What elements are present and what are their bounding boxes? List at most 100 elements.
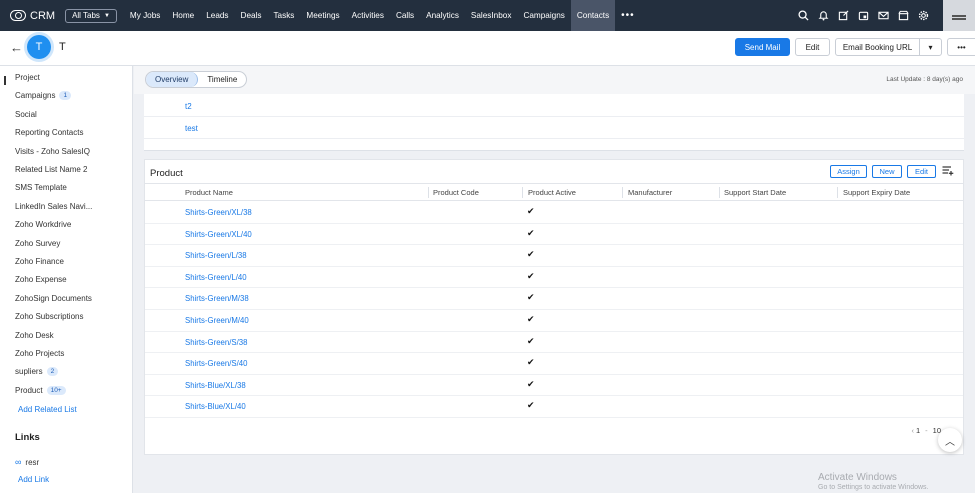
tab-meetings[interactable]: Meetings bbox=[300, 0, 345, 31]
product-name-link[interactable]: Shirts-Green/L/38 bbox=[185, 251, 247, 260]
column-header[interactable]: Support Start Date bbox=[724, 188, 786, 197]
calendar-icon[interactable] bbox=[853, 0, 873, 31]
tab-analytics[interactable]: Analytics bbox=[420, 0, 465, 31]
table-row[interactable]: Shirts-Green/XL/40 ✔ bbox=[145, 224, 963, 246]
sidebar-item-visits-zoho-salesiq[interactable]: Visits - Zoho SalesIQ bbox=[15, 147, 90, 156]
tab-my-jobs[interactable]: My Jobs bbox=[124, 0, 166, 31]
record-header: ← T T Send Mail Edit Email Booking URL ▾… bbox=[0, 31, 975, 66]
tab-contacts[interactable]: Contacts bbox=[570, 0, 616, 31]
sidebar-item-product[interactable]: Product 10+ bbox=[15, 385, 66, 395]
sidebar-item-social[interactable]: Social bbox=[15, 110, 37, 119]
table-row[interactable]: Shirts-Green/L/38 ✔ bbox=[145, 245, 963, 267]
product-name-link[interactable]: Shirts-Blue/XL/38 bbox=[185, 381, 246, 390]
product-name-link[interactable]: Shirts-Green/S/38 bbox=[185, 338, 247, 347]
compose-icon[interactable] bbox=[833, 0, 853, 31]
product-name-link[interactable]: Shirts-Blue/XL/40 bbox=[185, 402, 246, 411]
new-button[interactable]: New bbox=[872, 165, 902, 178]
all-tabs-dropdown[interactable]: All Tabs ▼ bbox=[65, 8, 117, 23]
table-row[interactable]: Shirts-Green/S/38 ✔ bbox=[145, 332, 963, 354]
more-actions-button[interactable]: ••• bbox=[947, 38, 975, 56]
back-arrow-icon[interactable]: ← bbox=[10, 40, 23, 55]
more-tabs-icon[interactable]: ••• bbox=[615, 0, 641, 31]
search-icon[interactable] bbox=[793, 0, 813, 31]
sidebar-item-zoho-desk[interactable]: Zoho Desk bbox=[15, 331, 54, 340]
section-title: Product bbox=[150, 168, 183, 179]
table-row[interactable]: Shirts-Green/S/40 ✔ bbox=[145, 353, 963, 375]
product-name-link[interactable]: Shirts-Green/XL/38 bbox=[185, 208, 252, 217]
tab-overview[interactable]: Overview bbox=[146, 72, 199, 87]
link-item-label: resr bbox=[25, 457, 40, 467]
email-booking-url-button[interactable]: Email Booking URL bbox=[835, 38, 920, 56]
sidebar-item-zohosign-documents[interactable]: ZohoSign Documents bbox=[15, 294, 92, 303]
edit-list-button[interactable]: Edit bbox=[907, 165, 936, 178]
tab-tasks[interactable]: Tasks bbox=[267, 0, 300, 31]
product-related-list: Product Assign New Edit Product Name Pro… bbox=[144, 159, 964, 455]
watermark-subtitle: Go to Settings to activate Windows. bbox=[818, 484, 929, 491]
bell-icon[interactable] bbox=[813, 0, 833, 31]
product-name-link[interactable]: Shirts-Green/XL/40 bbox=[185, 230, 252, 239]
email-booking-dropdown-button[interactable]: ▾ bbox=[919, 38, 942, 56]
table-row[interactable]: Shirts-Green/XL/38 ✔ bbox=[145, 202, 963, 224]
sidebar-item-zoho-survey[interactable]: Zoho Survey bbox=[15, 239, 60, 248]
sidebar-item-zoho-subscriptions[interactable]: Zoho Subscriptions bbox=[15, 312, 83, 321]
sidebar-item-sms-template[interactable]: SMS Template bbox=[15, 183, 67, 192]
crm-logo[interactable]: CRM bbox=[10, 10, 55, 22]
product-name-link[interactable]: Shirts-Green/M/38 bbox=[185, 294, 249, 303]
list-item[interactable]: test bbox=[144, 118, 964, 139]
previous-page-icon[interactable]: ‹ bbox=[911, 426, 914, 435]
tab-timeline[interactable]: Timeline bbox=[198, 72, 246, 87]
table-row[interactable]: Shirts-Blue/XL/38 ✔ bbox=[145, 375, 963, 397]
checkmark-icon: ✔ bbox=[527, 314, 535, 324]
apps-icon[interactable] bbox=[943, 0, 975, 31]
tab-deals[interactable]: Deals bbox=[235, 0, 268, 31]
list-item-link[interactable]: test bbox=[185, 124, 198, 133]
edit-button[interactable]: Edit bbox=[795, 38, 830, 56]
column-header[interactable]: Product Code bbox=[433, 188, 479, 197]
product-name-link[interactable]: Shirts-Green/M/40 bbox=[185, 316, 249, 325]
tab-leads[interactable]: Leads bbox=[200, 0, 234, 31]
column-header[interactable]: Product Name bbox=[185, 188, 233, 197]
gear-icon[interactable] bbox=[913, 0, 933, 31]
scroll-to-top-button[interactable]: ︿ bbox=[938, 428, 962, 452]
product-name-link[interactable]: Shirts-Green/L/40 bbox=[185, 273, 247, 282]
table-row[interactable]: Shirts-Green/M/38 ✔ bbox=[145, 288, 963, 310]
marketplace-icon[interactable] bbox=[893, 0, 913, 31]
assign-button[interactable]: Assign bbox=[830, 165, 867, 178]
tab-calls[interactable]: Calls bbox=[390, 0, 420, 31]
product-name-link[interactable]: Shirts-Green/S/40 bbox=[185, 359, 247, 368]
tab-home[interactable]: Home bbox=[166, 0, 200, 31]
sidebar-item-label: Campaigns bbox=[15, 91, 56, 101]
sidebar-item-related-list-name-2[interactable]: Related List Name 2 bbox=[15, 165, 87, 174]
checkmark-icon: ✔ bbox=[527, 206, 535, 216]
list-item[interactable]: t2 bbox=[144, 96, 964, 117]
column-header[interactable]: Manufacturer bbox=[628, 188, 672, 197]
add-link[interactable]: Add Link bbox=[18, 475, 49, 484]
table-row[interactable]: Shirts-Green/L/40 ✔ bbox=[145, 267, 963, 289]
link-item-resr[interactable]: ∞ resr bbox=[15, 457, 39, 467]
table-row[interactable]: Shirts-Blue/XL/40 ✔ bbox=[145, 396, 963, 418]
tab-salesinbox[interactable]: SalesInbox bbox=[465, 0, 518, 31]
sidebar-item-label: Zoho Expense bbox=[15, 275, 67, 285]
sidebar-item-reporting-contacts[interactable]: Reporting Contacts bbox=[15, 128, 83, 137]
sidebar-item-linkedin-sales-navi[interactable]: LinkedIn Sales Navi... bbox=[15, 202, 92, 211]
list-item-link[interactable]: t2 bbox=[185, 102, 192, 111]
sidebar-item-campaigns[interactable]: Campaigns 1 bbox=[15, 91, 72, 101]
column-header[interactable]: Support Expiry Date bbox=[843, 188, 910, 197]
links-heading: Links bbox=[15, 432, 40, 443]
sidebar-item-supliers[interactable]: supliers 2 bbox=[15, 367, 59, 377]
add-related-list-link[interactable]: Add Related List bbox=[18, 405, 77, 414]
column-settings-icon[interactable] bbox=[942, 165, 954, 179]
sidebar-item-zoho-projects[interactable]: Zoho Projects bbox=[15, 349, 64, 358]
tab-activities[interactable]: Activities bbox=[346, 0, 390, 31]
send-mail-button[interactable]: Send Mail bbox=[735, 38, 790, 56]
tab-campaigns[interactable]: Campaigns bbox=[517, 0, 570, 31]
sidebar-item-label: Zoho Projects bbox=[15, 349, 65, 358]
sidebar-item-zoho-finance[interactable]: Zoho Finance bbox=[15, 257, 64, 266]
mail-icon[interactable] bbox=[873, 0, 893, 31]
sidebar-item-zoho-expense[interactable]: Zoho Expense bbox=[15, 275, 67, 284]
sidebar-item-project[interactable]: Project bbox=[15, 73, 40, 82]
column-header[interactable]: Product Active bbox=[528, 188, 576, 197]
sidebar-item-label: SMS Template bbox=[15, 183, 67, 193]
sidebar-item-zoho-workdrive[interactable]: Zoho Workdrive bbox=[15, 220, 71, 229]
table-row[interactable]: Shirts-Green/M/40 ✔ bbox=[145, 310, 963, 332]
